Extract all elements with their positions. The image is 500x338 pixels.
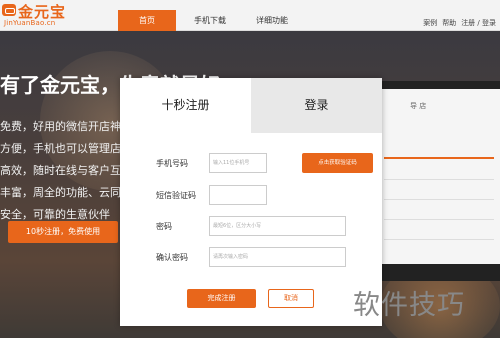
screen-row xyxy=(384,179,494,180)
screen-accent-bar xyxy=(384,157,494,159)
get-code-button[interactable]: 点击获取验证码 xyxy=(302,153,373,173)
confirm-password-input[interactable]: 请再次输入密码 xyxy=(209,247,346,267)
tab-register[interactable]: 十秒注册 xyxy=(120,78,251,133)
hero-feature-line: 高效，随时在线与客户互动 xyxy=(0,164,132,177)
confirm-password-label: 确认密码 xyxy=(156,253,188,262)
nav-features[interactable]: 详细功能 xyxy=(240,10,304,31)
cancel-button[interactable]: 取消 xyxy=(268,289,314,308)
nav-home[interactable]: 首页 xyxy=(118,10,176,31)
hero-feature-line: 方便，手机也可以管理店铺 xyxy=(0,142,132,155)
link-cases[interactable]: 案例 xyxy=(423,18,437,28)
password-label: 密码 xyxy=(156,222,172,231)
top-bar: 金元宝 JinYuanBao.cn 首页 手机下载 详细功能 案例 帮助 注册 … xyxy=(0,0,500,31)
laptop-screen: 导 店 xyxy=(374,89,500,264)
hero-feature-line: 免费，好用的微信开店神器 xyxy=(0,120,132,133)
link-help[interactable]: 帮助 xyxy=(442,18,456,28)
logo[interactable]: 金元宝 JinYuanBao.cn xyxy=(2,2,72,30)
main-nav: 首页 手机下载 详细功能 xyxy=(118,10,304,31)
screen-row xyxy=(384,199,494,200)
laptop-image: 导 店 xyxy=(366,81,500,281)
phone-input[interactable]: 输入11位手机号 xyxy=(209,153,267,173)
hero-features: 免费，好用的微信开店神器 方便，手机也可以管理店铺 高效，随时在线与客户互动 丰… xyxy=(0,116,132,226)
top-links: 案例 帮助 注册 / 登录 xyxy=(423,18,496,28)
screen-row xyxy=(384,219,494,220)
sms-code-input[interactable] xyxy=(209,185,267,205)
hero-feature-line: 丰富，周全的功能、云同步 xyxy=(0,186,132,199)
nav-app-download[interactable]: 手机下载 xyxy=(180,10,240,31)
password-input[interactable]: 最短6位，区分大小写 xyxy=(209,216,346,236)
register-free-button[interactable]: 10秒注册，免费使用 xyxy=(8,221,118,243)
laptop-screen-title: 导 店 xyxy=(410,102,427,110)
screen-row xyxy=(384,239,494,240)
logo-icon xyxy=(2,4,16,16)
sms-code-label: 短信验证码 xyxy=(156,191,196,200)
logo-domain: JinYuanBao.cn xyxy=(4,19,56,27)
phone-label: 手机号码 xyxy=(156,159,188,168)
link-register-login[interactable]: 注册 / 登录 xyxy=(461,18,496,28)
register-modal: 十秒注册 登录 手机号码 输入11位手机号 点击获取验证码 短信验证码 密码 最… xyxy=(120,78,382,326)
submit-register-button[interactable]: 完成注册 xyxy=(187,289,256,308)
tab-login[interactable]: 登录 xyxy=(251,78,382,133)
watermark: 软件技巧 xyxy=(353,290,465,321)
